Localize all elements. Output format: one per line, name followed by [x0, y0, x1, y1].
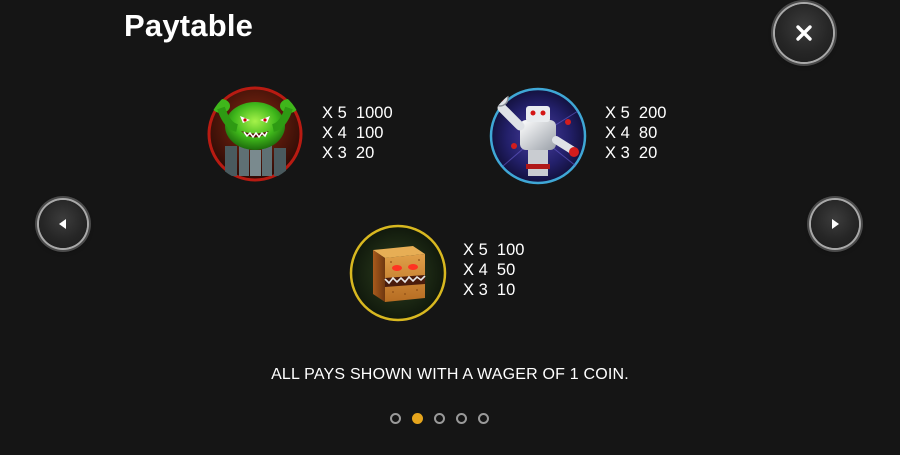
prev-page-button[interactable]: [39, 200, 87, 248]
pay-line: X 4 80: [605, 124, 658, 142]
robot-pays: X 5 200 X 4 80 X 3 20: [605, 103, 666, 163]
monster-pays: X 5 1000 X 4 100 X 3 20: [322, 103, 393, 163]
page-dot-1[interactable]: [390, 413, 401, 424]
page-dot-3[interactable]: [434, 413, 445, 424]
box-monster-symbol: [349, 224, 447, 322]
arrow-right-icon: [832, 219, 839, 229]
robot-icon: [489, 87, 587, 185]
arrow-left-icon: [59, 219, 66, 229]
pagination-dots: [390, 413, 489, 424]
page-title: Paytable: [124, 8, 254, 43]
page-dot-4[interactable]: [456, 413, 467, 424]
green-monster-icon: [207, 86, 303, 182]
pay-line: X 5 200: [605, 104, 667, 122]
pay-line: X 5 1000: [322, 104, 393, 122]
pay-line: X 3 10: [463, 281, 516, 299]
pay-line: X 4 100: [322, 124, 384, 142]
close-button[interactable]: [775, 4, 833, 62]
pay-line: X 5 100: [463, 241, 525, 259]
next-page-button[interactable]: [811, 200, 859, 248]
page-dot-2[interactable]: [412, 413, 423, 424]
green-monster-symbol: [207, 86, 303, 182]
close-icon: [796, 25, 812, 41]
box-monster-icon: [349, 224, 447, 322]
paytable-screen: Paytable X 5 1000 X 4 100 X 3 20 X 5 200…: [0, 0, 900, 455]
box-monster-pays: X 5 100 X 4 50 X 3 10: [463, 240, 524, 300]
pay-line: X 3 20: [322, 144, 375, 162]
pay-line: X 4 50: [463, 261, 516, 279]
page-dot-5[interactable]: [478, 413, 489, 424]
wager-note: ALL PAYS SHOWN WITH A WAGER OF 1 COIN.: [271, 366, 629, 383]
pay-line: X 3 20: [605, 144, 658, 162]
robot-symbol: [488, 86, 588, 186]
